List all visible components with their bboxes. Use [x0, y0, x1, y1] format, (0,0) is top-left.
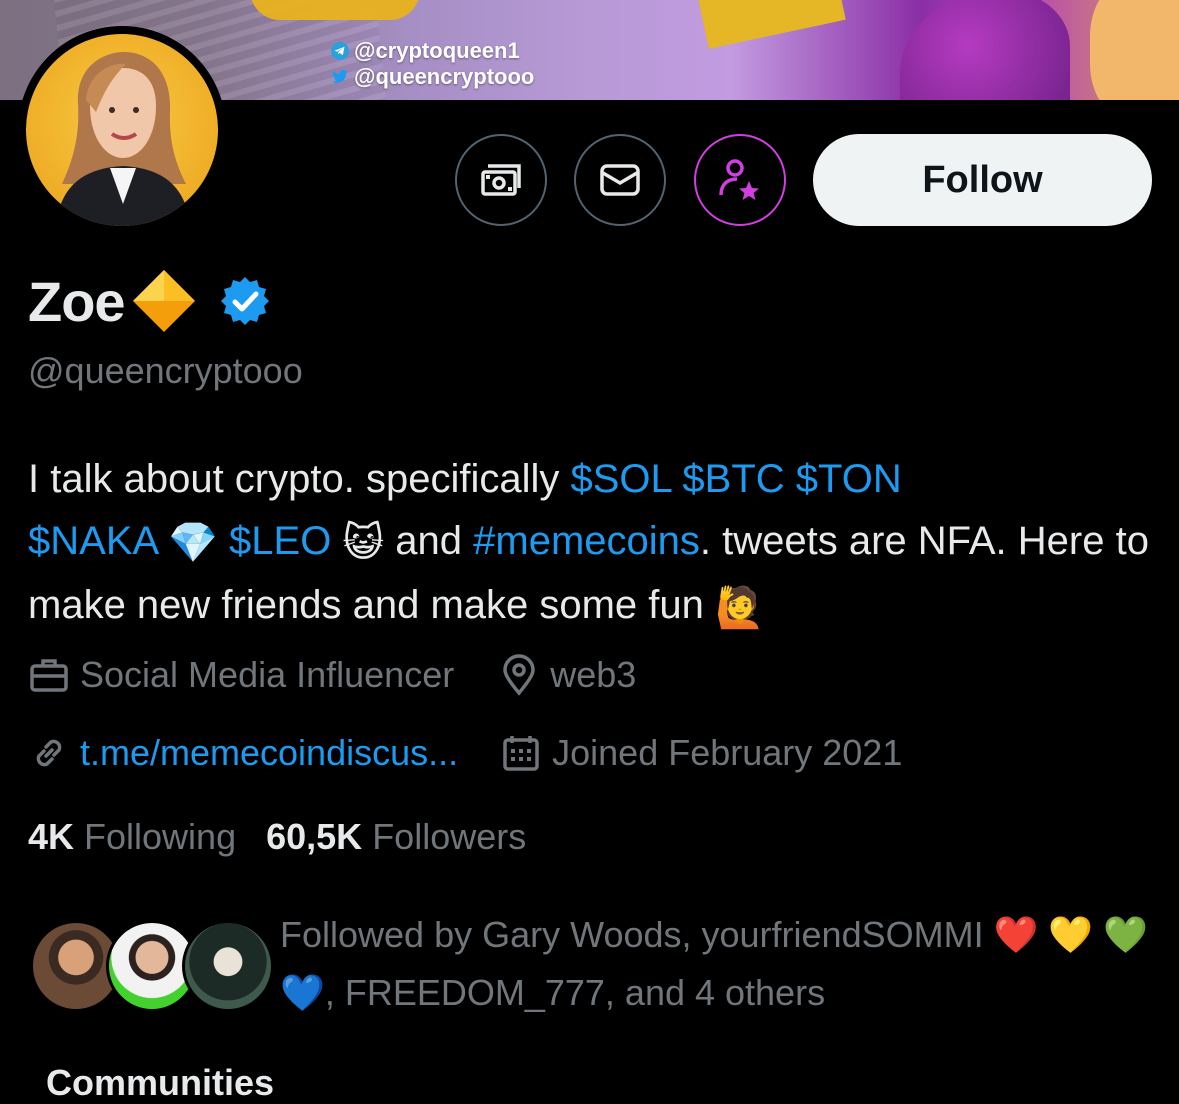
followers-label: Followers: [372, 816, 527, 857]
cat-emoji: 😺: [342, 521, 385, 566]
briefcase-icon: [30, 659, 68, 692]
banner-gold-bar-art: [694, 0, 846, 49]
banner-dress-art: [900, 0, 1070, 100]
following-link[interactable]: 4K Following: [28, 816, 236, 858]
followed-by-prefix: Followed by Gary Woods, yourfriendSOMMI: [280, 914, 994, 955]
banner-telegram-handle: @cryptoqueen1: [354, 38, 520, 63]
location-label: web3: [550, 654, 637, 695]
profile-name-row: Zoe: [28, 266, 271, 336]
profile-meta-row-2: t.me/memecoindiscus... Joined February 2…: [28, 732, 902, 774]
orange-diamond-emoji: [132, 270, 195, 332]
website-link[interactable]: t.me/memecoindiscus...: [80, 732, 458, 774]
person-star-icon: [719, 159, 759, 200]
telegram-icon: [331, 42, 349, 60]
cashtag-sol[interactable]: $SOL: [570, 457, 671, 501]
join-date-label: Joined February 2021: [552, 732, 903, 773]
join-date: Joined February 2021: [500, 732, 902, 774]
profile-handle: @queencryptooo: [28, 350, 303, 391]
envelope-icon: [600, 164, 640, 196]
location: web3: [498, 654, 636, 696]
cashtag-ton[interactable]: $TON: [796, 457, 902, 501]
profession: Social Media Influencer: [28, 654, 454, 696]
followed-by-avatars[interactable]: [30, 920, 274, 1020]
avatar-portrait: [56, 52, 190, 226]
cashtag-leo[interactable]: $LEO: [229, 519, 331, 563]
profile-bio: I talk about crypto. specifically $SOL $…: [28, 448, 1168, 639]
twitter-bird-icon: [332, 70, 348, 83]
hashtag-memecoins[interactable]: #memecoins: [473, 519, 700, 563]
followed-by-text[interactable]: Followed by Gary Woods, yourfriendSOMMI …: [280, 906, 1160, 1022]
calendar-icon: [503, 736, 539, 771]
follower-avatar: [182, 920, 274, 1012]
raising-hand-emoji: 🙋: [715, 585, 765, 630]
message-button[interactable]: [574, 134, 666, 226]
following-count: 4K: [28, 816, 75, 857]
banner-twitter-handle: @queencryptooo: [354, 64, 535, 89]
money-tip-icon: [481, 164, 521, 196]
profile-meta-row-1: Social Media Influencer web3: [28, 654, 636, 696]
profession-label: Social Media Influencer: [80, 654, 455, 695]
display-name: Zoe: [28, 269, 126, 333]
followed-by-suffix: , FREEDOM_777, and 4 others: [324, 972, 826, 1013]
bio-text: I talk about crypto. specifically: [28, 457, 571, 501]
banner-gold-coin-art: [250, 0, 420, 20]
followers-count: 60,5K: [266, 816, 363, 857]
bio-and: and: [384, 519, 474, 563]
banner-hair-art: [1090, 0, 1179, 100]
verified-badge-icon[interactable]: [219, 275, 271, 327]
link-icon: [36, 739, 62, 767]
profile-avatar[interactable]: [18, 26, 226, 234]
follow-button[interactable]: Follow: [813, 134, 1152, 226]
gem-emoji: 💎: [168, 521, 218, 566]
cashtag-naka[interactable]: $NAKA: [28, 519, 157, 563]
communities-heading: Communities: [46, 1062, 275, 1103]
tip-button[interactable]: [455, 134, 547, 226]
following-label: Following: [84, 816, 237, 857]
follow-stats: 4K Following 60,5K Followers: [28, 816, 556, 858]
followers-link[interactable]: 60,5K Followers: [266, 816, 526, 858]
subscribe-button[interactable]: [694, 134, 786, 226]
avatar-image: [26, 34, 218, 226]
website[interactable]: t.me/memecoindiscus...: [28, 732, 458, 774]
cashtag-btc[interactable]: $BTC: [682, 457, 784, 501]
location-pin-icon: [503, 654, 535, 696]
banner-handles: @cryptoqueen1 @queencryptooo: [330, 38, 534, 90]
